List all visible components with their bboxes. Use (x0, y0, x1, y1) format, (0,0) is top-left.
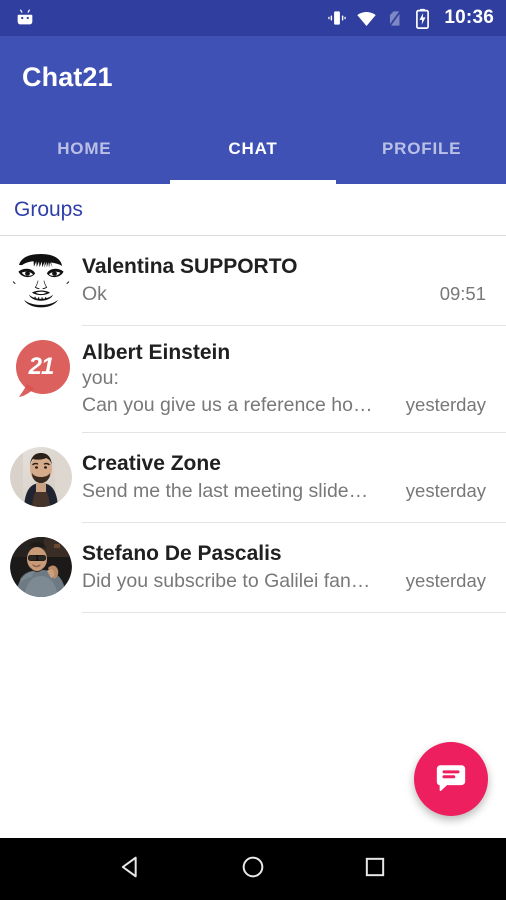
status-bar-right: 10:36 (327, 7, 494, 29)
tab-home-label: HOME (57, 139, 112, 158)
section-header-label: Groups (14, 197, 83, 221)
tab-bar: HOME CHAT PROFILE (0, 118, 506, 184)
list-item-body: Valentina SUPPORTO Ok 09:51 (82, 236, 506, 326)
list-item-time: 09:51 (439, 282, 486, 304)
avatar: 21 (10, 340, 72, 402)
face-line-art-avatar (10, 250, 72, 312)
vibrate-icon (327, 8, 347, 28)
tab-chat[interactable]: CHAT (169, 118, 338, 184)
android-nav-bar (0, 838, 506, 900)
status-clock: 10:36 (444, 7, 494, 28)
back-triangle-icon (117, 853, 145, 886)
man-sunglasses-photo-avatar (10, 537, 72, 599)
list-item-title: Albert Einstein (82, 341, 231, 364)
list-item[interactable]: 21 Albert Einstein you: Can you give us … (0, 326, 506, 434)
chat-list: Valentina SUPPORTO Ok 09:51 21 Albert Ei… (0, 236, 506, 614)
new-chat-fab[interactable] (414, 742, 488, 816)
list-item[interactable]: Stefano De Pascalis Did you subscribe to… (0, 523, 506, 614)
tab-profile[interactable]: PROFILE (337, 118, 506, 184)
list-item-snippet: Ok (82, 282, 107, 305)
list-item-subline: Can you give us a reference ho… yesterda… (82, 393, 506, 418)
list-item-body: Stefano De Pascalis Did you subscribe to… (82, 523, 506, 614)
list-item-body: Albert Einstein you: Can you give us a r… (82, 326, 506, 434)
tab-profile-label: PROFILE (382, 139, 462, 158)
avatar (10, 447, 72, 510)
no-sim-icon (386, 9, 405, 28)
battery-charging-icon (414, 8, 431, 29)
list-item[interactable]: Creative Zone Send me the last meeting s… (0, 433, 506, 524)
phone-screen: 10:36 Chat21 HOME CHAT PROFILE Groups Va… (0, 0, 506, 900)
status-bar: 10:36 (0, 0, 506, 36)
recents-square-icon (361, 853, 389, 886)
home-circle-icon (239, 853, 267, 886)
list-item-time: yesterday (405, 569, 486, 591)
app-bar: Chat21 (0, 36, 506, 118)
list-item-subline: Send me the last meeting slide… yesterda… (82, 479, 506, 504)
nav-home-button[interactable] (225, 841, 281, 897)
list-item[interactable]: Valentina SUPPORTO Ok 09:51 (0, 236, 506, 326)
list-item-snippet: Can you give us a reference ho… (82, 393, 373, 416)
list-item-title: Stefano De Pascalis (82, 542, 282, 566)
list-item-body: Creative Zone Send me the last meeting s… (82, 433, 506, 524)
nav-recents-button[interactable] (347, 841, 403, 897)
list-item-title: Creative Zone (82, 452, 221, 476)
list-item-subline: Ok 09:51 (82, 282, 506, 307)
list-item-subline: Did you subscribe to Galilei fan… yester… (82, 569, 506, 594)
list-item-time: yesterday (405, 393, 486, 415)
unread-badge-count: 21 (28, 353, 55, 380)
chat-list-content: Groups Valentina SUPPORTO Ok 09:51 21 Al… (0, 184, 506, 838)
tab-chat-label: CHAT (228, 139, 278, 158)
avatar (10, 537, 72, 600)
list-item-sender-prefix: you: (82, 366, 119, 389)
android-head-icon (14, 7, 36, 29)
tab-home[interactable]: HOME (0, 118, 169, 184)
chat21-badge-avatar: 21 (10, 340, 72, 402)
list-item-time: yesterday (405, 479, 486, 501)
nav-back-button[interactable] (103, 841, 159, 897)
bearded-man-photo-avatar (10, 447, 72, 509)
wifi-icon (356, 8, 377, 29)
list-item-title: Valentina SUPPORTO (82, 255, 298, 279)
list-item-snippet: Send me the last meeting slide… (82, 479, 369, 502)
new-chat-icon (434, 761, 468, 798)
list-item-snippet: Did you subscribe to Galilei fan… (82, 569, 371, 592)
section-header-groups: Groups (0, 184, 506, 236)
avatar (10, 250, 72, 312)
status-bar-left (14, 7, 36, 29)
app-title: Chat21 (22, 61, 113, 92)
